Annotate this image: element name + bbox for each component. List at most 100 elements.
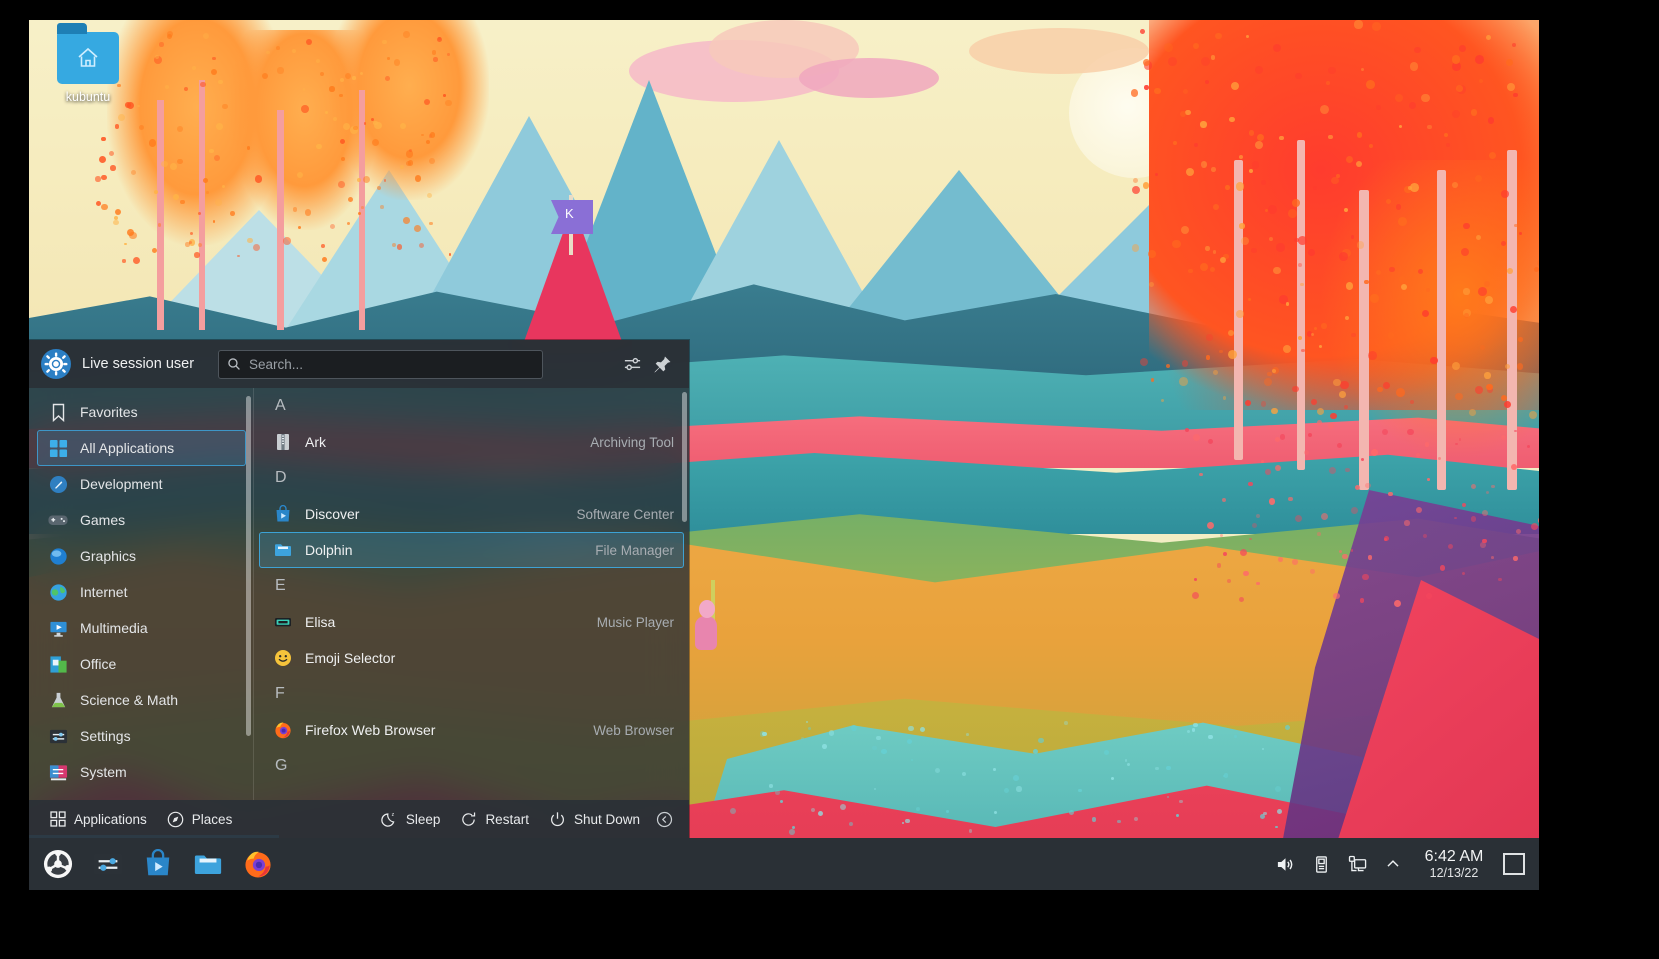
app-row-firefox[interactable]: Firefox Web Browser Web Browser (259, 712, 684, 748)
sidebar-item-label: Games (80, 512, 125, 528)
sidebar-scrollbar[interactable] (246, 396, 251, 736)
settings-icon (47, 725, 69, 747)
volume-tray-icon[interactable] (1270, 849, 1300, 879)
applist-scrollbar[interactable] (682, 392, 687, 522)
chevron-left-circle-icon (656, 811, 673, 828)
app-row-dolphin[interactable]: Dolphin File Manager (259, 532, 684, 568)
footer-button-label: Sleep (406, 812, 441, 827)
show-desktop-button[interactable] (1503, 853, 1525, 875)
app-name: Ark (305, 434, 590, 450)
app-description: File Manager (595, 543, 674, 558)
kubuntu-menu-launcher[interactable] (36, 842, 80, 886)
sidebar-item-office[interactable]: Office (37, 646, 246, 682)
app-name: Emoji Selector (305, 650, 674, 666)
sidebar-item-system[interactable]: System (37, 754, 246, 790)
footer-button-label: Applications (74, 812, 147, 827)
sidebar-item-label: Favorites (80, 404, 138, 420)
tray-expand-arrow[interactable] (1378, 849, 1408, 879)
footer-button-label: Shut Down (574, 812, 640, 827)
configure-sliders-icon[interactable] (617, 349, 647, 379)
group-letter-f: F (254, 676, 689, 712)
clock-time: 6:42 AM (1421, 848, 1487, 866)
grid-apps-icon (49, 811, 66, 828)
elisa-icon (273, 612, 293, 632)
sidebar-item-label: Multimedia (80, 620, 148, 636)
sidebar-item-multimedia[interactable]: Multimedia (37, 610, 246, 646)
office-icon (47, 653, 69, 675)
sidebar-item-label: Office (80, 656, 116, 672)
app-name: Dolphin (305, 542, 595, 558)
app-row-ark[interactable]: Ark Archiving Tool (259, 424, 684, 460)
taskbar-panel: 6:42 AM 12/13/22 (29, 838, 1539, 890)
gamepad-icon (47, 509, 69, 531)
footer-button-label: Places (192, 812, 233, 827)
sidebar-item-games[interactable]: Games (37, 502, 246, 538)
app-name: Firefox Web Browser (305, 722, 593, 738)
sidebar-item-label: Settings (80, 728, 131, 744)
sidebar-item-science-math[interactable]: Science & Math (37, 682, 246, 718)
sidebar-item-label: Science & Math (80, 692, 178, 708)
graphics-icon (47, 545, 69, 567)
ark-icon (273, 432, 293, 452)
dolphin-icon (273, 540, 293, 560)
sidebar-item-internet[interactable]: Internet (37, 574, 246, 610)
discover-icon (273, 504, 293, 524)
compass-icon (167, 811, 184, 828)
bookmark-icon (47, 401, 69, 423)
sidebar-item-label: System (80, 764, 127, 780)
dolphin-launcher[interactable] (186, 842, 230, 886)
firefox-launcher[interactable] (236, 842, 280, 886)
kde-user-avatar-icon[interactable] (41, 349, 71, 379)
usb-tray-icon[interactable] (1306, 849, 1336, 879)
sidebar-item-favorites[interactable]: Favorites (37, 394, 246, 430)
svg-text:z: z (391, 812, 394, 818)
app-row-discover[interactable]: Discover Software Center (259, 496, 684, 532)
discover-launcher[interactable] (136, 842, 180, 886)
group-letter-e: E (254, 568, 689, 604)
sidebar-item-settings[interactable]: Settings (37, 718, 246, 754)
desktop-icon-kubuntu-home[interactable]: kubuntu (48, 32, 128, 104)
application-launcher-menu: Live session user Search... Favorites Al… (29, 340, 689, 838)
app-description: Web Browser (593, 723, 674, 738)
clock-date: 12/13/22 (1421, 866, 1487, 880)
app-row-elisa[interactable]: Elisa Music Player (259, 604, 684, 640)
search-field-wrapper (218, 350, 543, 379)
emoji-icon (273, 648, 293, 668)
moon-sleep-icon: z (381, 811, 398, 828)
group-letter-g: G (254, 748, 689, 784)
globe-icon (47, 581, 69, 603)
group-letter-a: A (254, 388, 689, 424)
science-icon (47, 689, 69, 711)
sidebar-item-label: Graphics (80, 548, 136, 564)
footer-button-restart[interactable]: Restart (450, 804, 539, 834)
sidebar-item-all-applications[interactable]: All Applications (37, 430, 246, 466)
kickoff-body: Favorites All Applications Development G… (29, 388, 689, 800)
user-name-label: Live session user (82, 356, 194, 372)
grid-apps-icon (47, 437, 69, 459)
footer-button-places[interactable]: Places (157, 804, 243, 834)
screen: K kubuntu Live session user Search... Fa… (0, 0, 1659, 959)
system-settings-launcher[interactable] (86, 842, 130, 886)
footer-button-applications[interactable]: Applications (39, 804, 157, 834)
pin-icon[interactable] (647, 349, 677, 379)
footer-button-shut-down[interactable]: Shut Down (539, 804, 650, 834)
multimedia-icon (47, 617, 69, 639)
app-description: Music Player (597, 615, 674, 630)
network-tray-icon[interactable] (1342, 849, 1372, 879)
app-description: Archiving Tool (590, 435, 674, 450)
kickoff-footer: Applications Places z Sleep Restart Shut… (29, 800, 689, 838)
app-row-emoji-selector[interactable]: Emoji Selector (259, 640, 684, 676)
kickoff-header: Live session user (29, 340, 689, 388)
footer-button-label: Restart (485, 812, 529, 827)
panel-clock[interactable]: 6:42 AM 12/13/22 (1411, 848, 1497, 881)
footer-button-sleep[interactable]: z Sleep (371, 804, 451, 834)
app-name: Discover (305, 506, 576, 522)
group-letter-d: D (254, 460, 689, 496)
home-folder-icon (57, 32, 119, 84)
sidebar-item-development[interactable]: Development (37, 466, 246, 502)
sidebar-item-label: Development (80, 476, 163, 492)
collapse-footer-button[interactable] (650, 804, 679, 834)
search-input[interactable] (218, 350, 543, 379)
restart-icon (460, 811, 477, 828)
sidebar-item-graphics[interactable]: Graphics (37, 538, 246, 574)
